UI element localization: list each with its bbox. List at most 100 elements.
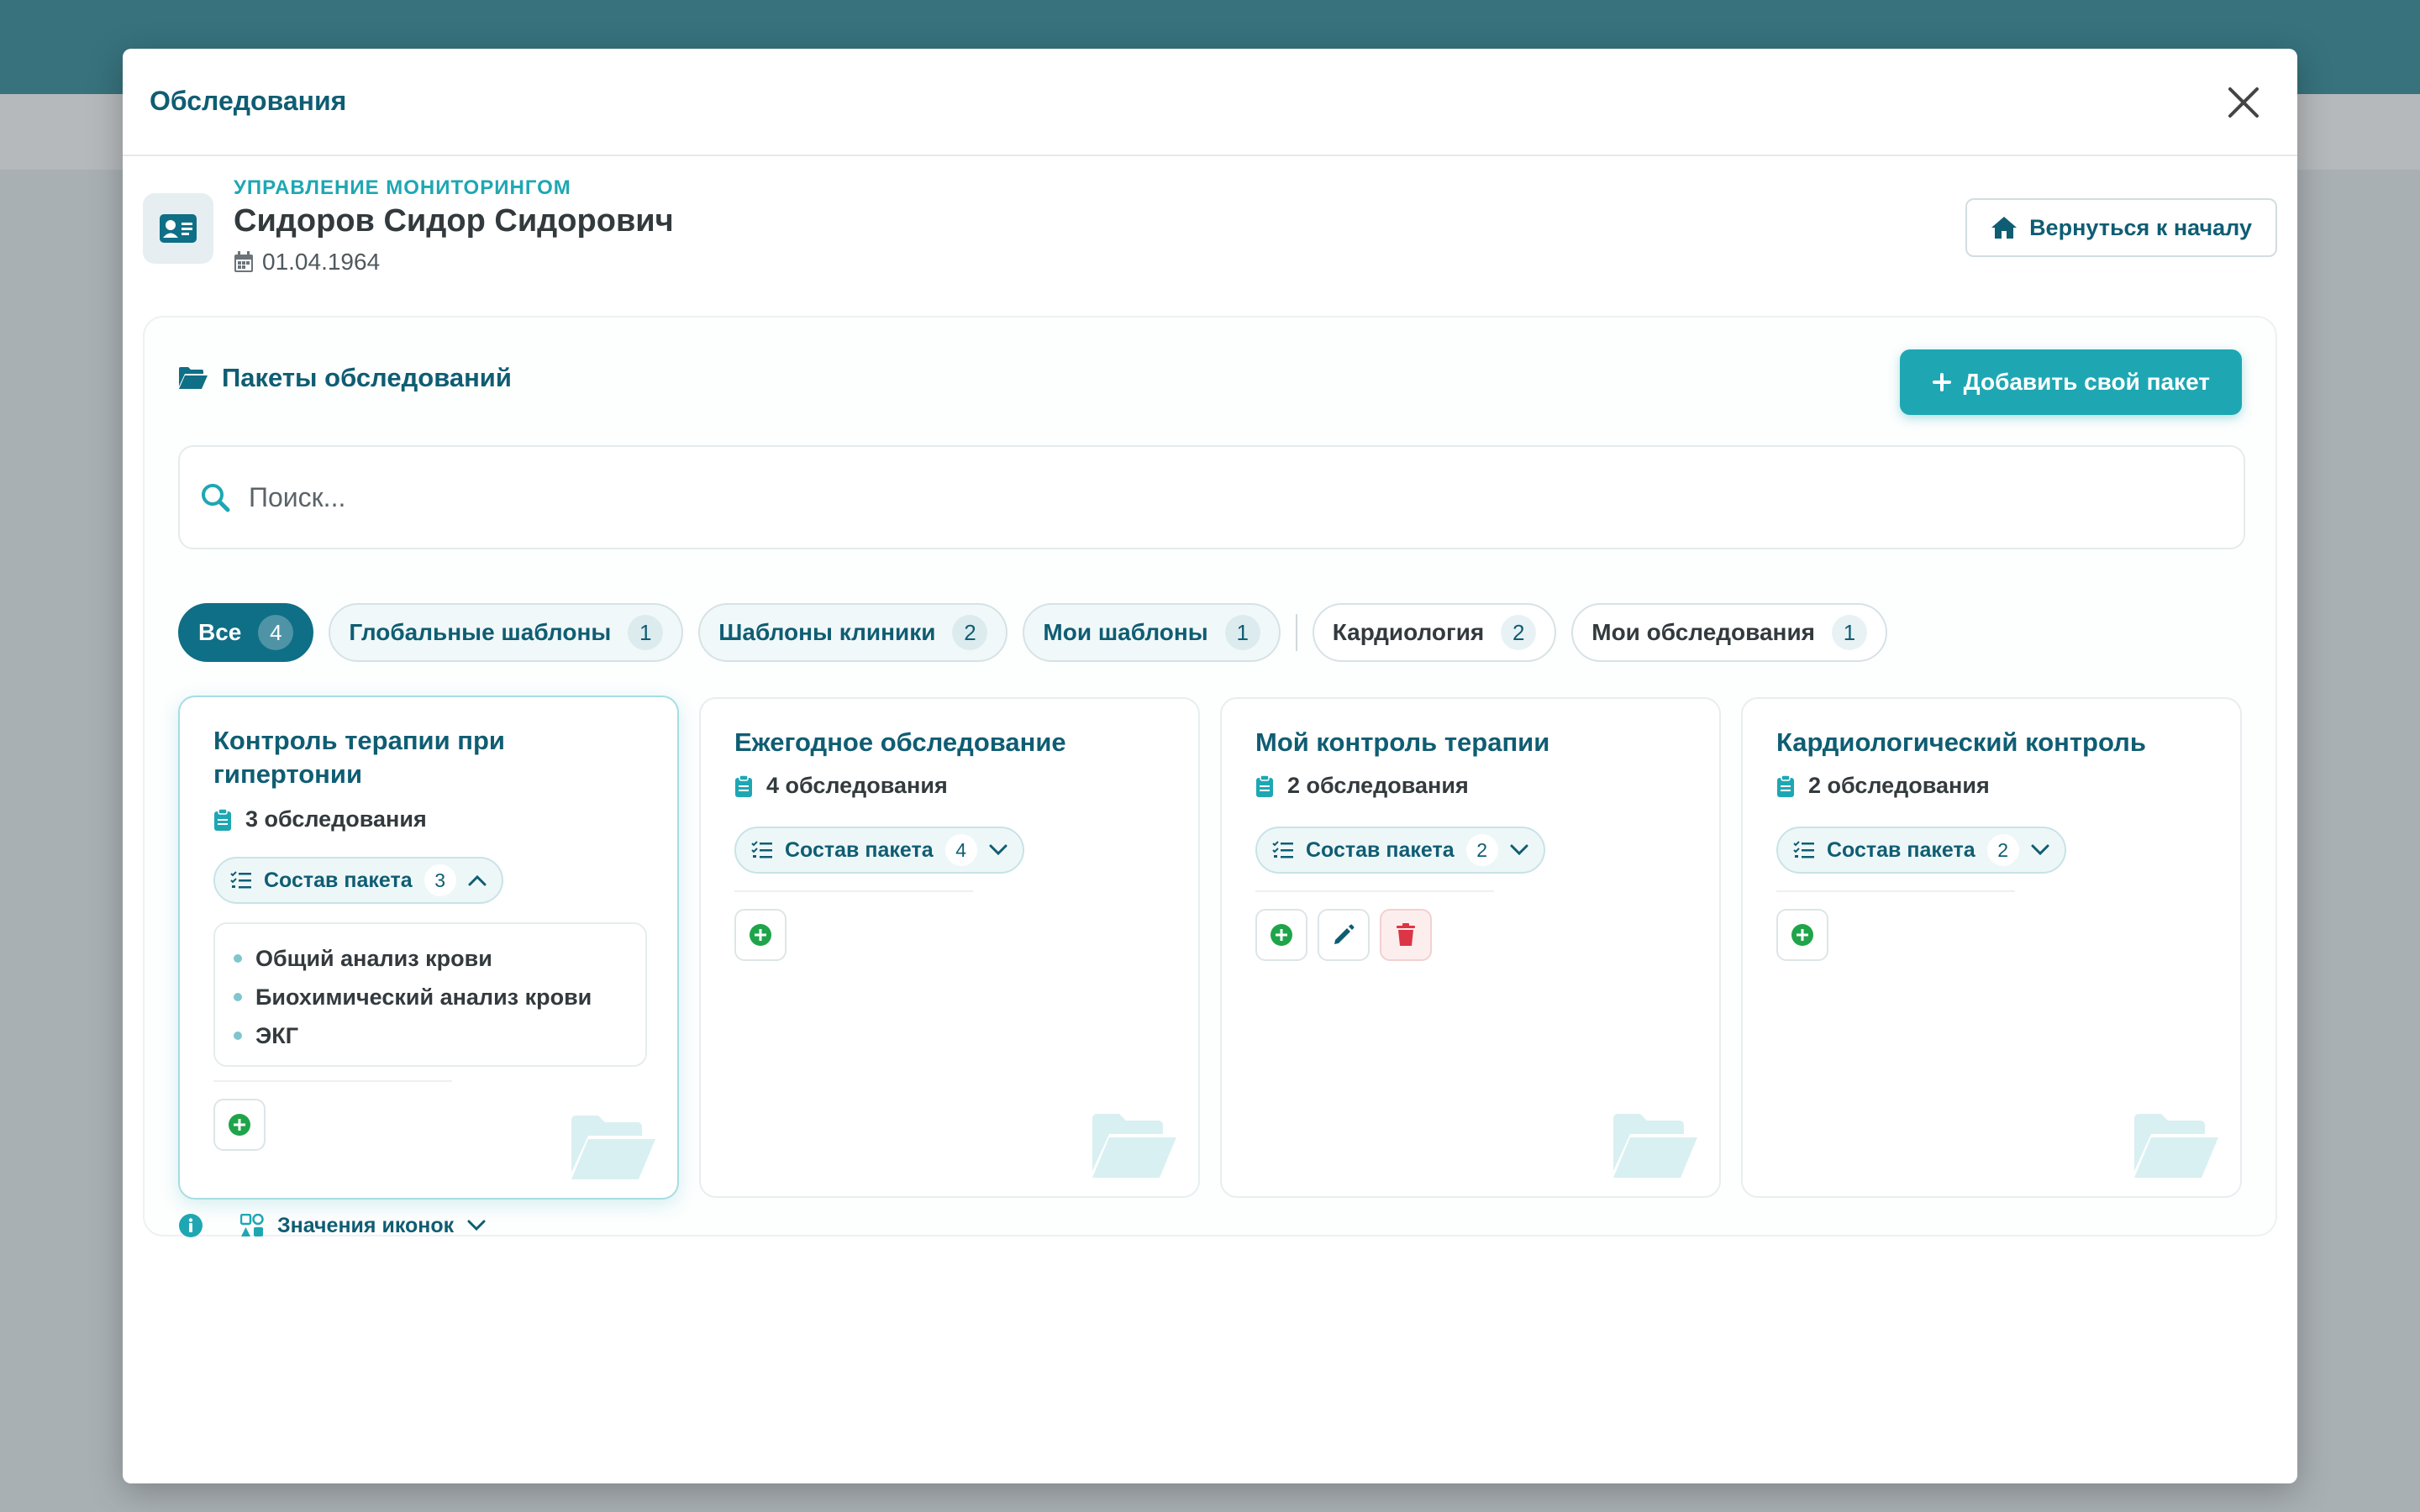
card-divider: [213, 1080, 452, 1082]
filter-clinic-templates[interactable]: Шаблоны клиники 2: [698, 603, 1008, 662]
card-divider: [734, 890, 973, 892]
package-title: Мой контроль терапии: [1255, 727, 1550, 757]
close-icon: [2228, 87, 2259, 118]
filter-all[interactable]: Все 4: [178, 603, 314, 662]
composition-count: 2: [1465, 834, 1498, 866]
list-check-icon: [751, 841, 772, 858]
modal-header: Обследования: [123, 49, 2297, 156]
patient-card-icon: [143, 193, 213, 264]
composition-count: 3: [424, 864, 456, 896]
icons-grid-icon: [240, 1214, 264, 1236]
add-package-exams-button[interactable]: [1776, 909, 1828, 961]
packages-title-text: Пакеты обследований: [222, 363, 512, 392]
clipboard-icon: [1256, 774, 1273, 797]
package-exam-count-text: 3 обследования: [245, 806, 427, 832]
filter-count: 1: [1832, 615, 1868, 650]
list-check-icon: [1793, 841, 1814, 858]
composition-count: 4: [944, 834, 977, 866]
filter-label: Мои обследования: [1591, 619, 1816, 645]
composition-list: Общий анализ крови Биохимический анализ …: [213, 922, 647, 1067]
list-check-icon: [1272, 841, 1293, 858]
filter-count: 4: [258, 615, 294, 650]
card-divider: [1776, 890, 2015, 892]
list-item-text: Общий анализ крови: [255, 945, 492, 971]
package-title: Ежегодное обследование: [734, 727, 1066, 757]
card-divider: [1255, 890, 1494, 892]
package-exam-count: 4 обследования: [734, 773, 948, 799]
filter-count: 2: [952, 615, 988, 650]
filter-label: Глобальные шаблоны: [349, 619, 612, 645]
package-exam-count: 3 обследования: [213, 806, 427, 832]
package-exam-count: 2 обследования: [1776, 773, 1990, 799]
add-package-label: Добавить свой пакет: [1963, 369, 2210, 395]
folder-open-icon: [179, 367, 208, 389]
composition-toggle[interactable]: Состав пакета 2: [1255, 827, 1545, 874]
add-package-exams-button[interactable]: [213, 1099, 266, 1151]
composition-toggle[interactable]: Состав пакета 4: [734, 827, 1024, 874]
composition-toggle[interactable]: Состав пакета 3: [213, 857, 503, 904]
filter-label: Шаблоны клиники: [718, 619, 936, 645]
chevron-down-icon: [989, 844, 1007, 856]
filter-count: 1: [1224, 615, 1260, 650]
packages-title: Пакеты обследований: [178, 363, 512, 393]
package-card[interactable]: Контроль терапии при гипертонии 3 обслед…: [178, 696, 679, 1200]
add-package-exams-button[interactable]: [1255, 909, 1307, 961]
list-item: Общий анализ крови: [234, 939, 627, 978]
package-card[interactable]: Ежегодное обследование 4 обследования Со…: [699, 697, 1200, 1198]
composition-toggle[interactable]: Состав пакета 2: [1776, 827, 2066, 874]
filter-my-exams[interactable]: Мои обследования 1: [1571, 603, 1888, 662]
patient-section-label: УПРАВЛЕНИЕ МОНИТОРИНГОМ: [234, 176, 571, 199]
package-exam-count-text: 2 обследования: [1808, 773, 1990, 798]
folder-watermark-icon: [2134, 1114, 2218, 1178]
package-title: Кардиологический контроль: [1776, 727, 2146, 757]
list-item: Биохимический анализ крови: [234, 978, 627, 1016]
plus-circle-icon: [1270, 924, 1292, 946]
close-button[interactable]: [2223, 82, 2264, 123]
filter-label: Кардиология: [1332, 619, 1485, 645]
info-icon: [179, 1214, 203, 1237]
filter-my-templates[interactable]: Мои шаблоны 1: [1023, 603, 1281, 662]
package-card[interactable]: Кардиологический контроль 2 обследования: [1741, 697, 2242, 1198]
home-button[interactable]: Вернуться к началу: [1965, 198, 2277, 257]
filter-global-templates[interactable]: Глобальные шаблоны 1: [329, 603, 684, 662]
clipboard-icon: [1777, 774, 1794, 797]
search-box[interactable]: [178, 445, 2245, 549]
add-package-button[interactable]: Добавить свой пакет: [1899, 349, 2242, 415]
home-icon: [1991, 217, 2018, 239]
list-item: ЭКГ: [234, 1016, 627, 1055]
plus-circle-icon: [229, 1114, 250, 1136]
modal-title: Обследования: [150, 86, 347, 116]
patient-dob-value: 01.04.1964: [262, 249, 381, 275]
packages-panel: Пакеты обследований Добавить свой пакет …: [143, 316, 2277, 1238]
composition-count: 2: [1986, 834, 2019, 866]
icon-legend-toggle[interactable]: Значения иконок: [178, 1213, 486, 1238]
delete-package-button[interactable]: [1380, 909, 1432, 961]
bullet-dot: [234, 993, 242, 1001]
clipboard-icon: [735, 774, 752, 797]
package-exam-count: 2 обследования: [1255, 773, 1469, 799]
chevron-down-icon: [1510, 844, 1528, 856]
filter-cardiology[interactable]: Кардиология 2: [1312, 603, 1557, 662]
plus-circle-icon: [750, 924, 771, 946]
package-card[interactable]: Мой контроль терапии 2 обследования Сост…: [1220, 697, 1721, 1198]
edit-package-button[interactable]: [1318, 909, 1370, 961]
clipboard-icon: [214, 807, 231, 831]
filter-count: 1: [628, 615, 664, 650]
search-icon: [202, 484, 230, 512]
plus-circle-icon: [1791, 924, 1813, 946]
list-item-text: ЭКГ: [255, 1022, 298, 1048]
composition-label: Состав пакета: [264, 868, 413, 892]
filter-chips: Все 4 Глобальные шаблоны 1 Шаблоны клини…: [178, 603, 1888, 662]
list-check-icon: [230, 871, 251, 889]
list-item-text: Биохимический анализ крови: [255, 984, 592, 1010]
search-input[interactable]: [249, 481, 2097, 513]
filter-label: Мои шаблоны: [1043, 619, 1208, 645]
icon-legend-label: Значения иконок: [277, 1213, 455, 1237]
bullet-dot: [234, 1032, 242, 1040]
trash-icon: [1397, 923, 1415, 946]
examinations-modal: Обследования УПРАВЛЕНИЕ МОНИТОРИНГОМ Сид…: [123, 49, 2297, 1483]
folder-watermark-icon: [1613, 1114, 1697, 1178]
add-package-exams-button[interactable]: [734, 909, 786, 961]
filter-separator: [1295, 614, 1297, 651]
composition-label: Состав пакета: [1306, 837, 1455, 862]
